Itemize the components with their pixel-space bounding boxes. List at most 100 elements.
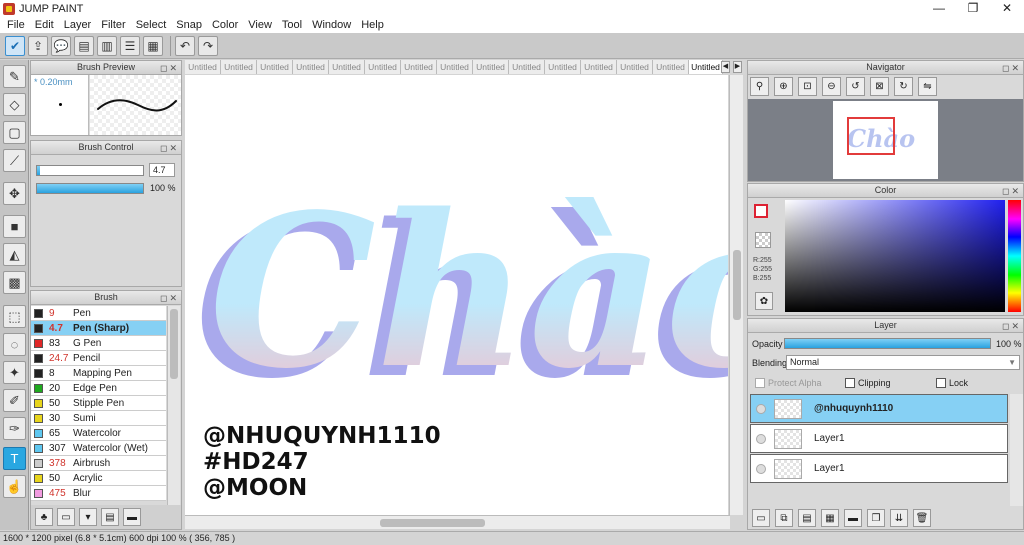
tab-untitled[interactable]: Untitled (185, 60, 221, 74)
layer-row[interactable]: Layer1 (750, 424, 1008, 453)
delete-layer-icon[interactable]: 🗑 (913, 509, 931, 527)
layers-list-icon[interactable]: ☰ (120, 35, 140, 56)
merge-layer-icon[interactable]: ⇊ (890, 509, 908, 527)
panel-float-close-icon[interactable]: ◻✕ (160, 292, 179, 305)
new-8bit-layer-icon[interactable]: ⧉ (775, 509, 793, 527)
menu-layer[interactable]: Layer (59, 17, 97, 33)
transparent-color-swatch[interactable] (755, 232, 771, 248)
scroll-thumb[interactable] (733, 250, 741, 320)
undo-icon[interactable]: ↶ (175, 35, 195, 56)
fill-rect-tool-icon[interactable]: ■ (3, 215, 26, 238)
zoom-in-icon[interactable]: ⊕ (774, 77, 793, 96)
layer-list-scrollbar[interactable] (1010, 394, 1023, 506)
menu-color[interactable]: Color (207, 17, 243, 33)
fit-window-icon[interactable]: ⊡ (798, 77, 817, 96)
brush-list-item[interactable]: 30 Sumi (31, 411, 166, 426)
new-1bit-layer-icon[interactable]: ▤ (798, 509, 816, 527)
tab-untitled[interactable]: Untitled (293, 60, 329, 74)
navigator-preview[interactable]: Chào (748, 99, 1023, 181)
rectangle-tool-icon[interactable]: ▢ (3, 121, 26, 144)
brush-add-icon[interactable]: ♣ (35, 508, 53, 526)
brush-list-item[interactable]: 65 Watercolor (31, 426, 166, 441)
lasso-select-tool-icon[interactable]: ◌ (3, 333, 26, 356)
brush-list-item[interactable]: 8 Mapping Pen (31, 366, 166, 381)
tab-next-icon[interactable]: ▶ (733, 61, 742, 73)
layer-folder-icon[interactable]: ▬ (844, 509, 862, 527)
bucket-tool-icon[interactable]: ◭ (3, 243, 26, 266)
document-icon[interactable]: ▥ (97, 35, 117, 56)
layer-row[interactable]: @nhuquynh1110 (750, 394, 1008, 423)
tab-untitled[interactable]: Untitled (437, 60, 473, 74)
close-button[interactable]: ✕ (990, 0, 1024, 17)
brush-list-item[interactable]: 9 Pen (31, 306, 166, 321)
brush-list-item[interactable]: 378 Airbrush (31, 456, 166, 471)
brush-opacity-slider[interactable] (36, 183, 144, 194)
export-icon[interactable]: ⇪ (28, 35, 48, 56)
scroll-thumb[interactable] (170, 309, 178, 379)
menu-edit[interactable]: Edit (30, 17, 59, 33)
tab-untitled[interactable]: Untitled (473, 60, 509, 74)
brush-list-item[interactable]: 83 G Pen (31, 336, 166, 351)
palette-icon[interactable]: ✿ (755, 292, 773, 310)
scroll-thumb[interactable] (380, 519, 485, 527)
brush-list-item[interactable]: 50 Acrylic (31, 471, 166, 486)
menu-snap[interactable]: Snap (171, 17, 207, 33)
brush-list-item[interactable]: 24.7 Pencil (31, 351, 166, 366)
eraser-tool-icon[interactable]: ◇ (3, 93, 26, 116)
panel-float-close-icon[interactable]: ◻✕ (160, 142, 179, 155)
cloud-check-icon[interactable]: ✔ (5, 35, 25, 56)
rect-select-tool-icon[interactable]: ⬚ (3, 305, 26, 328)
saturation-value-picker[interactable] (785, 200, 1005, 312)
move-tool-icon[interactable]: ✥ (3, 182, 26, 205)
brush-list-item[interactable]: 307 Watercolor (Wet) (31, 441, 166, 456)
canvas-horizontal-scrollbar[interactable] (185, 515, 730, 529)
brush-settings-icon[interactable]: ▤ (101, 508, 119, 526)
brush-list-item[interactable]: 475 Blur (31, 486, 166, 501)
visibility-eye-icon[interactable] (756, 403, 766, 414)
tab-untitled[interactable]: Untitled (545, 60, 581, 74)
layer-row[interactable]: Layer1 (750, 454, 1008, 483)
new-halftone-layer-icon[interactable]: ▦ (821, 509, 839, 527)
checklist-icon[interactable]: ▦ (143, 35, 163, 56)
new-layer-icon[interactable]: ▭ (752, 509, 770, 527)
tab-untitled[interactable]: Untitled (689, 60, 723, 74)
menu-window[interactable]: Window (307, 17, 356, 33)
copy-layer-icon[interactable]: ❐ (867, 509, 885, 527)
tab-untitled[interactable]: Untitled (329, 60, 365, 74)
panel-float-close-icon[interactable]: ◻✕ (1002, 62, 1021, 75)
minimize-button[interactable]: — (922, 0, 956, 17)
comment-icon[interactable]: 💬 (51, 35, 71, 56)
maximize-button[interactable]: ❐ (956, 0, 990, 17)
tab-untitled[interactable]: Untitled (653, 60, 689, 74)
hue-slider[interactable] (1008, 200, 1021, 312)
redo-icon[interactable]: ↷ (198, 35, 218, 56)
tab-untitled[interactable]: Untitled (257, 60, 293, 74)
tab-untitled[interactable]: Untitled (401, 60, 437, 74)
visibility-eye-icon[interactable] (756, 433, 766, 444)
panel-float-close-icon[interactable]: ◻✕ (1002, 320, 1021, 333)
layer-opacity-slider[interactable] (784, 338, 991, 349)
drawing-canvas[interactable]: Chào Chào @NHUQUYNH1110 #HD247 @MOON (185, 75, 728, 515)
brush-list-item[interactable]: 20 Edge Pen (31, 381, 166, 396)
clipping-checkbox[interactable] (845, 378, 855, 388)
menu-file[interactable]: File (2, 17, 30, 33)
hand-tool-icon[interactable]: ☝ (3, 475, 26, 498)
zoom-search-icon[interactable]: ⚲ (750, 77, 769, 96)
lock-checkbox[interactable] (936, 378, 946, 388)
brush-menu-icon[interactable]: ▾ (79, 508, 97, 526)
canvas-vertical-scrollbar[interactable] (729, 75, 743, 515)
rotate-right-icon[interactable]: ↻ (894, 77, 913, 96)
blending-select[interactable]: Normal ▼ (786, 355, 1020, 370)
select-eraser-tool-icon[interactable]: ✑ (3, 417, 26, 440)
tab-prev-icon[interactable]: ◀ (721, 61, 730, 73)
rotate-left-icon[interactable]: ↺ (846, 77, 865, 96)
tab-untitled[interactable]: Untitled (581, 60, 617, 74)
select-pen-tool-icon[interactable]: ✐ (3, 389, 26, 412)
tab-untitled[interactable]: Untitled (509, 60, 545, 74)
panel-float-close-icon[interactable]: ◻✕ (1002, 185, 1021, 198)
menu-help[interactable]: Help (356, 17, 389, 33)
line-tool-icon[interactable]: ⟋ (3, 149, 26, 172)
new-brush-icon[interactable]: ▭ (57, 508, 75, 526)
magic-wand-tool-icon[interactable]: ✦ (3, 361, 26, 384)
brush-size-slider[interactable] (36, 165, 144, 176)
